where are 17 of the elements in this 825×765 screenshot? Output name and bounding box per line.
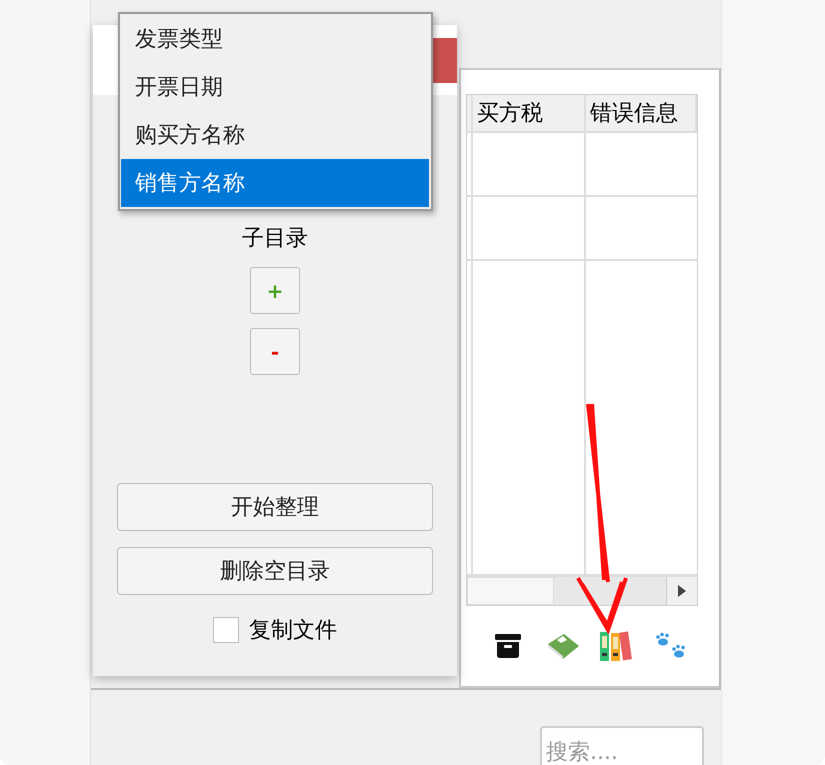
checkbox[interactable] bbox=[213, 617, 239, 643]
remove-button[interactable]: - bbox=[250, 328, 300, 375]
subdirectory-label: 子目录 bbox=[242, 225, 308, 253]
column-header[interactable]: 错误信息 bbox=[586, 95, 698, 133]
action-button[interactable]: 删除空目录 bbox=[117, 547, 433, 595]
dropdown-option[interactable]: 开票日期 bbox=[121, 63, 429, 111]
search-field[interactable]: 搜索.... bbox=[540, 726, 704, 765]
checkbox-label: 复制文件 bbox=[249, 617, 337, 645]
book-icon[interactable] bbox=[546, 632, 580, 660]
scroll-right-icon[interactable] bbox=[677, 584, 687, 598]
dropdown-option[interactable]: 购买方名称 bbox=[121, 111, 429, 159]
dropdown-option[interactable]: 发票类型 bbox=[121, 15, 429, 63]
archive-box-icon[interactable] bbox=[495, 634, 522, 658]
column-header[interactable]: 买方税 bbox=[472, 95, 586, 133]
horizontal-scrollbar[interactable] bbox=[467, 576, 697, 605]
dropdown-option[interactable]: 销售方名称 bbox=[121, 159, 429, 207]
action-button[interactable]: 开始整理 bbox=[117, 483, 433, 531]
